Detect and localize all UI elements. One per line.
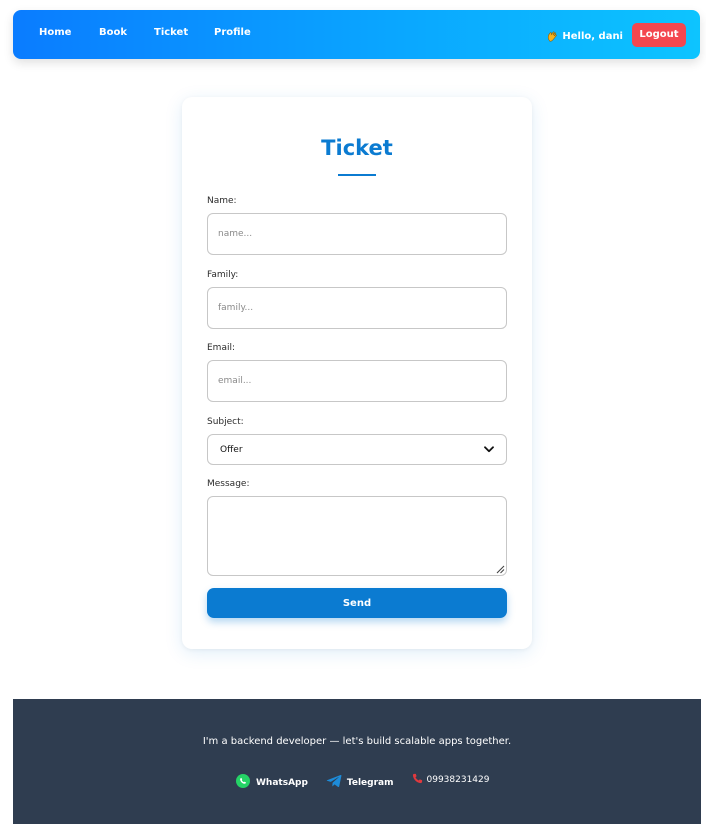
- nav-user-area: Hello, dani Logout: [547, 10, 686, 59]
- ticket-card: Ticket Name: Family: Email: Subject: Off…: [182, 97, 532, 649]
- footer-phone: 09938231429: [412, 773, 490, 787]
- footer: I'm a backend developer — let's build sc…: [13, 699, 701, 824]
- nav-links: Home Book Ticket Profile: [39, 10, 254, 59]
- wave-icon: [547, 31, 559, 43]
- name-label: Name:: [207, 196, 237, 206]
- chevron-down-icon: [484, 446, 494, 453]
- name-input[interactable]: [207, 213, 507, 255]
- whatsapp-icon: [235, 773, 251, 792]
- phone-icon: [412, 773, 423, 787]
- telegram-icon: [326, 774, 342, 791]
- subject-selected-value: Offer: [220, 445, 243, 455]
- nav-link-ticket[interactable]: Ticket: [154, 27, 214, 38]
- footer-contact-links: WhatsApp Telegram 09938231429: [235, 773, 490, 792]
- family-input[interactable]: [207, 287, 507, 329]
- nav-link-book[interactable]: Book: [99, 27, 154, 38]
- email-input[interactable]: [207, 360, 507, 402]
- subject-label: Subject:: [207, 417, 244, 427]
- subject-select[interactable]: Offer: [207, 434, 507, 465]
- title-underline: [338, 174, 376, 176]
- email-label: Email:: [207, 343, 236, 353]
- nav-link-home[interactable]: Home: [39, 27, 99, 38]
- message-textarea[interactable]: [207, 496, 507, 576]
- family-label: Family:: [207, 270, 239, 280]
- send-button[interactable]: Send: [207, 588, 507, 618]
- logout-button[interactable]: Logout: [632, 22, 686, 47]
- footer-tagline: I'm a backend developer — let's build sc…: [202, 736, 512, 747]
- navbar: Home Book Ticket Profile Hello, dani Log…: [13, 10, 700, 59]
- message-label: Message:: [207, 479, 250, 489]
- user-greeting: Hello, dani: [547, 31, 623, 43]
- telegram-link[interactable]: Telegram: [326, 774, 394, 791]
- page-title: Ticket: [321, 136, 393, 160]
- telegram-label: Telegram: [346, 777, 394, 788]
- nav-link-profile[interactable]: Profile: [214, 27, 254, 38]
- phone-number: 09938231429: [426, 775, 490, 785]
- greeting-text: Hello, dani: [562, 31, 623, 42]
- whatsapp-label: WhatsApp: [256, 777, 308, 788]
- resize-handle-icon[interactable]: [495, 564, 505, 574]
- whatsapp-link[interactable]: WhatsApp: [235, 773, 308, 792]
